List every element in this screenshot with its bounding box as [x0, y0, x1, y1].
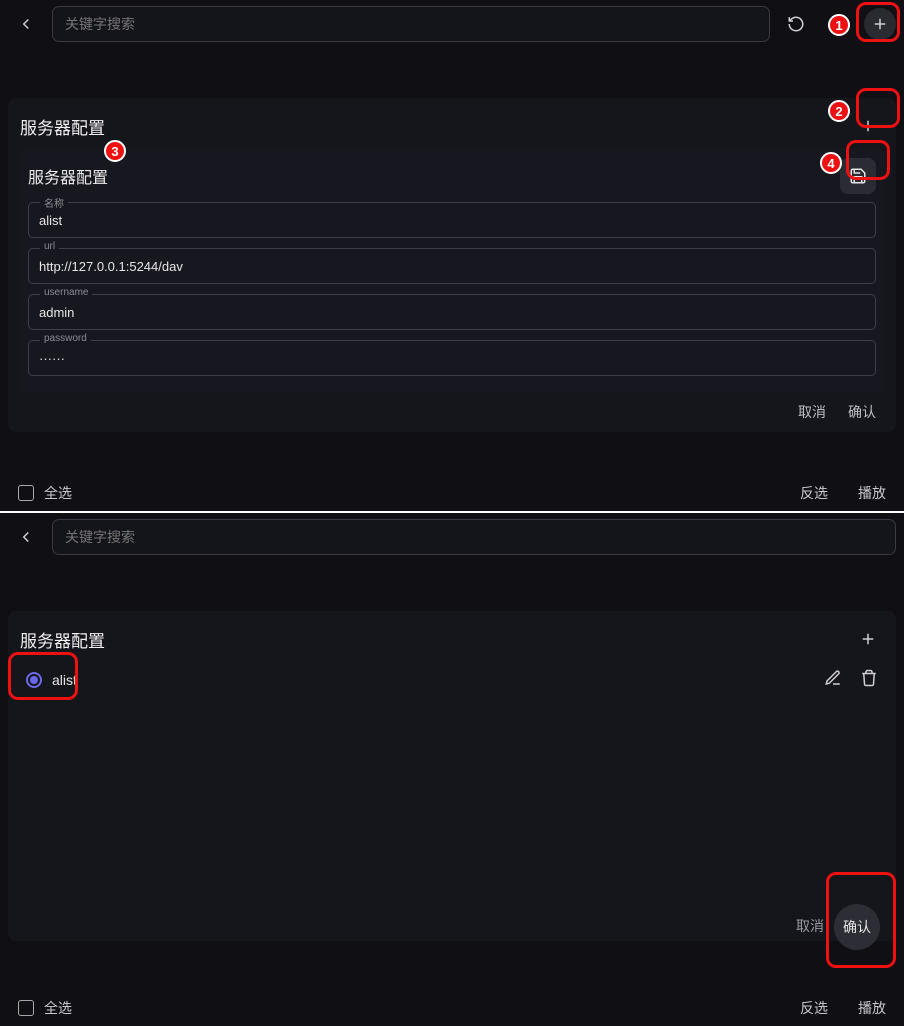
server-radio[interactable] — [26, 672, 42, 688]
add-server-button[interactable] — [852, 110, 884, 142]
field-name: 名称 — [28, 202, 876, 238]
field-url-label: url — [40, 241, 59, 252]
field-password: password — [28, 340, 876, 376]
server-config-form: 服务器配置 名称 url username password — [20, 148, 884, 392]
header — [0, 0, 904, 48]
cancel-button[interactable]: 取消 — [798, 402, 826, 422]
section-header: 服务器配置 — [20, 110, 884, 142]
field-username-label: username — [40, 287, 92, 298]
select-all-checkbox[interactable] — [18, 485, 34, 501]
confirm-button[interactable]: 确认 — [848, 402, 876, 422]
field-url: url — [28, 248, 876, 284]
url-input[interactable] — [28, 248, 876, 284]
select-all-checkbox[interactable] — [18, 1000, 34, 1016]
delete-server-button[interactable] — [860, 669, 878, 690]
panel-bottom: 服务器配置 alist 取消 确认 全选 — [0, 513, 904, 1026]
footer: 全选 反选 播放 — [0, 998, 904, 1018]
server-config-section: 服务器配置 服务器配置 名称 url — [8, 98, 896, 432]
server-item-label: alist — [52, 672, 77, 688]
server-config-section: 服务器配置 alist — [8, 611, 896, 941]
edit-server-button[interactable] — [824, 669, 842, 690]
dialog-actions: 取消 确认 — [20, 392, 884, 422]
confirm-button[interactable]: 确认 — [834, 904, 880, 950]
name-input[interactable] — [28, 202, 876, 238]
select-all-label: 全选 — [44, 998, 72, 1018]
field-name-label: 名称 — [40, 195, 68, 210]
save-button[interactable] — [840, 158, 876, 194]
cancel-button[interactable]: 取消 — [796, 916, 824, 936]
panel-top: 服务器配置 服务器配置 名称 url — [0, 0, 904, 511]
search-input[interactable] — [52, 6, 770, 42]
invert-selection-button[interactable]: 反选 — [800, 998, 828, 1018]
header — [0, 513, 904, 561]
server-item[interactable]: alist — [20, 661, 884, 698]
field-username: username — [28, 294, 876, 330]
section-title: 服务器配置 — [20, 114, 105, 139]
back-button[interactable] — [10, 521, 42, 553]
confirm-label: 确认 — [843, 917, 871, 937]
section-header: 服务器配置 — [20, 623, 884, 655]
play-button[interactable]: 播放 — [858, 483, 886, 503]
select-all-label: 全选 — [44, 483, 72, 503]
footer: 全选 反选 播放 — [0, 483, 904, 503]
password-input[interactable] — [28, 340, 876, 376]
add-server-button[interactable] — [852, 623, 884, 655]
filter-button[interactable] — [822, 8, 854, 40]
refresh-button[interactable] — [780, 8, 812, 40]
form-title: 服务器配置 — [28, 164, 108, 188]
search-input[interactable] — [52, 519, 896, 555]
field-password-label: password — [40, 333, 91, 344]
section-title: 服务器配置 — [20, 627, 105, 652]
add-top-button[interactable] — [864, 8, 896, 40]
play-button[interactable]: 播放 — [858, 998, 886, 1018]
username-input[interactable] — [28, 294, 876, 330]
back-button[interactable] — [10, 8, 42, 40]
invert-selection-button[interactable]: 反选 — [800, 483, 828, 503]
server-item-actions — [824, 669, 878, 690]
